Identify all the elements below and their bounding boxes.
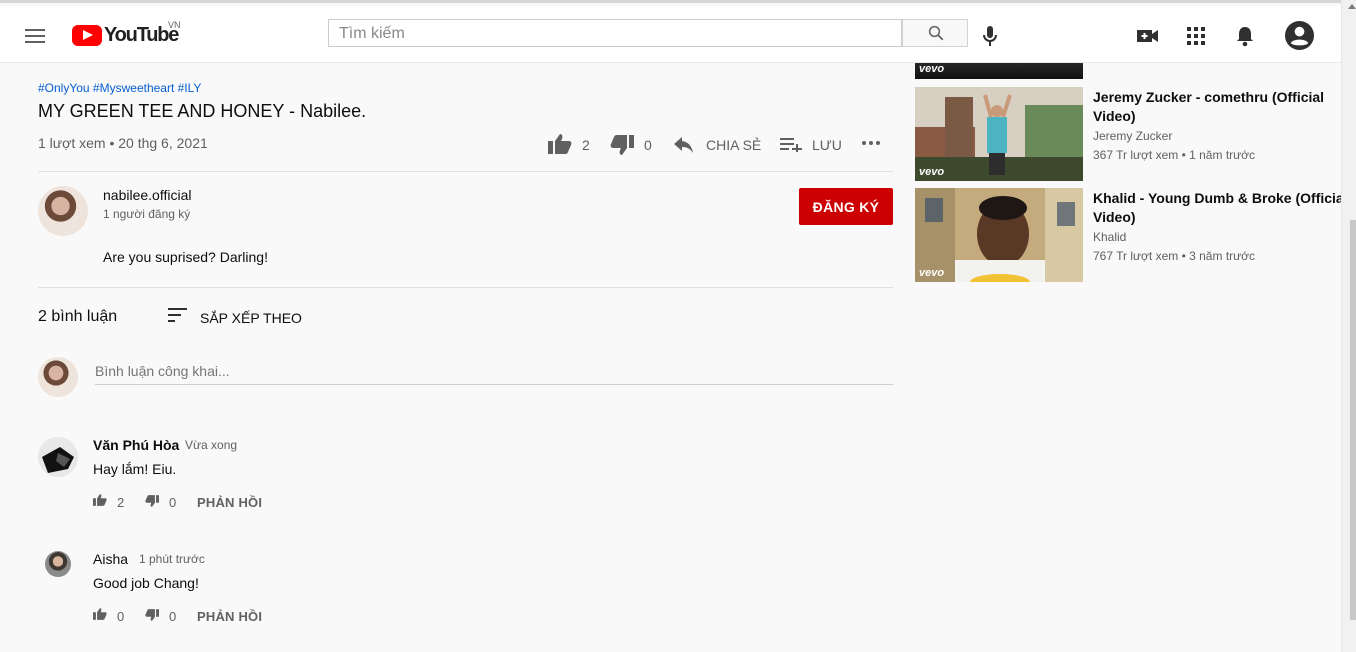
commenter-avatar-image xyxy=(38,437,78,477)
comment-input-underline xyxy=(95,384,893,385)
microphone-icon[interactable] xyxy=(980,24,1000,48)
account-avatar-icon[interactable] xyxy=(1284,20,1315,51)
vevo-badge: vevo xyxy=(919,267,945,279)
comment-author[interactable]: Aisha xyxy=(93,551,128,567)
comment-like-count: 0 xyxy=(117,609,125,624)
like-icon[interactable] xyxy=(93,608,107,620)
recommended-meta: 367 Tr lượt xem • 1 năm trước xyxy=(1093,148,1256,162)
sort-icon[interactable] xyxy=(168,308,188,322)
video-meta: 1 lượt xem • 20 thg 6, 2021 xyxy=(38,135,208,151)
recommended-title-line: Khalid - Young Dumb & Broke (Official xyxy=(1093,190,1348,206)
recommended-thumbnail[interactable]: vevo xyxy=(915,188,1083,282)
comment-dislike-count: 0 xyxy=(169,609,177,624)
like-icon[interactable] xyxy=(548,134,572,154)
like-icon[interactable] xyxy=(93,494,107,506)
dislike-icon[interactable] xyxy=(145,495,159,507)
recommended-thumbnail[interactable]: vevo xyxy=(915,87,1083,181)
menu-icon[interactable] xyxy=(25,29,45,43)
recommended-meta: 767 Tr lượt xem • 3 năm trước xyxy=(1093,249,1256,263)
recommended-title[interactable]: Jeremy Zucker - comethru (Official Video… xyxy=(1093,88,1324,126)
search-button[interactable] xyxy=(902,19,968,47)
share-icon[interactable] xyxy=(674,137,694,153)
vevo-badge: vevo xyxy=(919,166,945,178)
more-actions-icon[interactable] xyxy=(862,141,880,145)
comment-text: Hay lắm! Eiu. xyxy=(93,461,177,477)
recommended-channel[interactable]: Jeremy Zucker xyxy=(1093,129,1172,143)
notifications-icon[interactable] xyxy=(1235,25,1255,47)
like-count: 2 xyxy=(582,137,590,153)
video-description: Are you suprised? Darling! xyxy=(103,249,268,265)
recommended-title[interactable]: Khalid - Young Dumb & Broke (Official Vi… xyxy=(1093,189,1348,227)
channel-name[interactable]: nabilee.official xyxy=(103,187,191,203)
recommended-title-line: Video) xyxy=(1093,209,1136,225)
save-button[interactable]: LƯU xyxy=(812,137,842,153)
comment-text: Good job Chang! xyxy=(93,575,199,591)
divider xyxy=(38,287,893,288)
sort-button[interactable]: SẮP XẾP THEO xyxy=(200,310,302,326)
commenter-avatar[interactable] xyxy=(45,551,71,577)
reply-button[interactable]: PHẢN HỒI xyxy=(197,609,262,624)
user-avatar xyxy=(38,357,78,397)
apps-icon[interactable] xyxy=(1187,27,1205,45)
hashtags[interactable]: #OnlyYou #Mysweetheart #ILY xyxy=(38,81,201,95)
search-input[interactable]: Tìm kiếm xyxy=(339,25,405,43)
comment-time[interactable]: Vừa xong xyxy=(185,438,237,452)
youtube-logo[interactable]: YouTube xyxy=(72,24,179,46)
scrollbar-thumb[interactable] xyxy=(1350,220,1356,620)
comment-like-count: 2 xyxy=(117,495,125,510)
browser-top-edge xyxy=(0,0,1356,3)
recommended-title-line: Video) xyxy=(1093,108,1136,124)
reply-button[interactable]: PHẢN HỒI xyxy=(197,495,262,510)
search-box[interactable] xyxy=(328,19,902,47)
commenter-avatar[interactable] xyxy=(38,437,78,477)
dislike-count: 0 xyxy=(644,137,652,153)
comment-input[interactable] xyxy=(95,363,892,379)
save-playlist-icon[interactable] xyxy=(780,138,802,152)
comments-count: 2 bình luận xyxy=(38,308,118,325)
dislike-icon[interactable] xyxy=(145,609,159,621)
channel-avatar[interactable] xyxy=(38,186,88,236)
scroll-up-arrow-icon[interactable] xyxy=(1348,4,1356,9)
youtube-play-icon xyxy=(72,24,102,46)
video-title: MY GREEN TEE AND HONEY - Nabilee. xyxy=(38,101,367,121)
subscribe-button[interactable]: ĐĂNG KÝ xyxy=(799,188,893,225)
country-code: VN xyxy=(168,20,181,30)
share-button[interactable]: CHIA SẺ xyxy=(706,137,761,153)
divider xyxy=(38,171,893,172)
comment-time[interactable]: 1 phút trước xyxy=(139,552,205,566)
create-video-icon[interactable] xyxy=(1136,27,1160,45)
search-icon xyxy=(928,25,944,41)
recommended-title-line: Jeremy Zucker - comethru (Official xyxy=(1093,89,1325,105)
recommended-channel[interactable]: Khalid xyxy=(1093,230,1126,244)
subscriber-count: 1 người đăng ký xyxy=(103,207,191,221)
comment-dislike-count: 0 xyxy=(169,495,177,510)
comment-author[interactable]: Văn Phú Hòa xyxy=(93,437,179,453)
vevo-badge: vevo xyxy=(919,63,945,75)
dislike-icon[interactable] xyxy=(610,135,634,155)
